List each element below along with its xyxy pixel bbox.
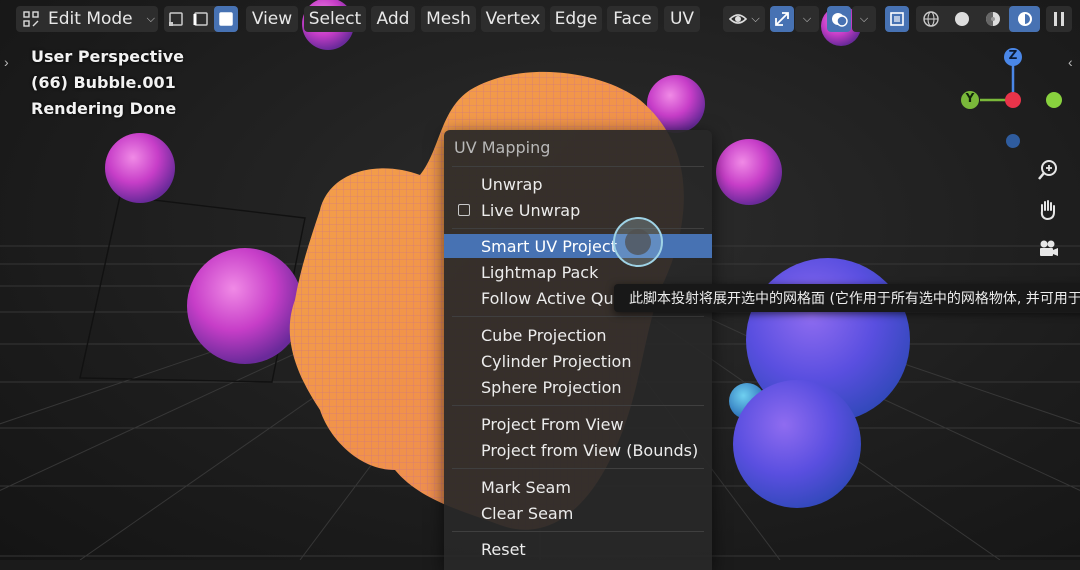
menu-add[interactable]: Add [371,6,415,32]
menu-item-label: Lightmap Pack [481,262,599,282]
sphere [105,133,175,203]
menu-item-unwrap[interactable]: Unwrap [444,172,712,196]
zoom-button[interactable] [1032,154,1064,186]
menu-item-clear-seam[interactable]: Clear Seam [444,501,712,525]
menu-divider [452,228,704,229]
cursor-dot [625,229,651,255]
sphere [733,380,861,508]
toolbar-expand-chevron-icon[interactable]: › [4,54,9,70]
menu-divider [452,166,704,167]
xray-toggle[interactable] [885,6,909,32]
sphere [716,139,782,205]
menu-item-reset[interactable]: Reset [444,537,712,561]
pause-render-button[interactable] [1046,6,1072,32]
uv-mapping-menu: UV Mapping Unwrap Live Unwrap Smart UV P… [444,130,712,570]
solid-shading-icon[interactable] [947,6,977,32]
overlay-toggle[interactable] [827,6,851,32]
menu-item-label: Project From View [481,414,624,434]
menu-item-sphere-projection[interactable]: Sphere Projection [444,375,712,399]
menu-item-cube-projection[interactable]: Cube Projection [444,323,712,347]
vertex-select-icon[interactable] [164,6,188,32]
menu-select[interactable]: Select [304,6,366,32]
overlay-icon [832,13,848,27]
gizmo-toggle[interactable] [770,6,794,32]
view-perspective-label: User Perspective [31,47,185,66]
menu-item-label: Reset [481,539,526,559]
menu-item-cylinder-projection[interactable]: Cylinder Projection [444,349,712,373]
menu-item-mark-seam[interactable]: Mark Seam [444,475,712,499]
menu-item-label: Mark Seam [481,477,571,497]
menu-item-label: Cube Projection [481,325,607,345]
wireframe-shading-icon[interactable] [916,6,946,32]
mode-dropdown[interactable]: Edit Mode ⌵ [16,6,158,32]
active-object-label: (66) Bubble.001 [31,73,176,92]
camera-view-button[interactable] [1032,233,1064,265]
pan-button[interactable] [1032,194,1064,226]
visibility-dropdown[interactable]: ⌵ [723,6,765,32]
menu-item-label: Live Unwrap [481,200,581,220]
menu-item-label: Project from View (Bounds) [481,440,699,460]
menu-item-smart-uv-project[interactable]: Smart UV Project [444,234,712,258]
menu-item-lightmap-pack[interactable]: Lightmap Pack [444,260,712,284]
menu-item-live-unwrap[interactable]: Live Unwrap [444,198,712,222]
face-select-icon[interactable] [214,6,238,32]
shading-group [916,6,1040,32]
menu-title: UV Mapping [454,138,551,157]
mode-label: Edit Mode [48,9,133,29]
render-status-label: Rendering Done [31,99,177,118]
gizmo-icon [775,12,789,26]
menu-mesh[interactable]: Mesh [421,6,476,32]
menu-divider [452,531,704,532]
chevron-down-icon: ⌵ [859,12,869,25]
visibility-icon [729,14,748,24]
menu-item-label: Cylinder Projection [481,351,632,371]
menu-item-project-from-view-bounds[interactable]: Project from View (Bounds) [444,438,712,462]
xray-icon [890,12,904,26]
overlay-dropdown[interactable]: ⌵ [852,6,876,32]
sphere [187,248,303,364]
rendered-shading-icon[interactable] [1009,6,1040,32]
menu-divider [452,468,704,469]
pause-icon [1054,12,1064,26]
menu-item-label: Sphere Projection [481,377,622,397]
edit-mode-icon [23,11,39,27]
chevron-down-icon: ⌵ [751,12,760,25]
gizmo-dropdown[interactable]: ⌵ [795,6,819,32]
sidebar-expand-chevron-icon[interactable]: ‹ [1068,54,1073,70]
tooltip-text: 此脚本投射将展开选中的网格面 (它作用于所有选中的网格物体, 并可用于 [629,291,1080,307]
menu-item-label: Unwrap [481,174,543,194]
edge-select-icon[interactable] [189,6,213,32]
gizmo-y-label[interactable]: Y [963,91,977,105]
viewport-header: Edit Mode ⌵ View Select Add Mesh Vertex … [0,0,1080,38]
chevron-down-icon: ⌵ [146,12,155,25]
menu-divider [452,405,704,406]
menu-item-label: Clear Seam [481,503,574,523]
menu-face[interactable]: Face [607,6,658,32]
menu-divider [452,316,704,317]
select-mode-group [164,6,238,32]
camera-icon [1040,240,1058,256]
material-shading-icon[interactable] [978,6,1008,32]
menu-item-project-from-view[interactable]: Project From View [444,412,712,436]
menu-item-label: Smart UV Project [481,236,617,256]
menu-vertex[interactable]: Vertex [481,6,545,32]
gizmo-z-label[interactable]: Z [1006,48,1020,62]
menu-edge[interactable]: Edge [550,6,602,32]
menu-uv[interactable]: UV [664,6,700,32]
tooltip: 此脚本投射将展开选中的网格面 (它作用于所有选中的网格物体, 并可用于 [614,284,1080,312]
zoom-icon [1038,160,1057,180]
checkbox-icon[interactable] [458,204,470,216]
chevron-down-icon: ⌵ [802,12,812,25]
menu-view[interactable]: View [246,6,298,32]
hand-icon [1040,200,1055,221]
